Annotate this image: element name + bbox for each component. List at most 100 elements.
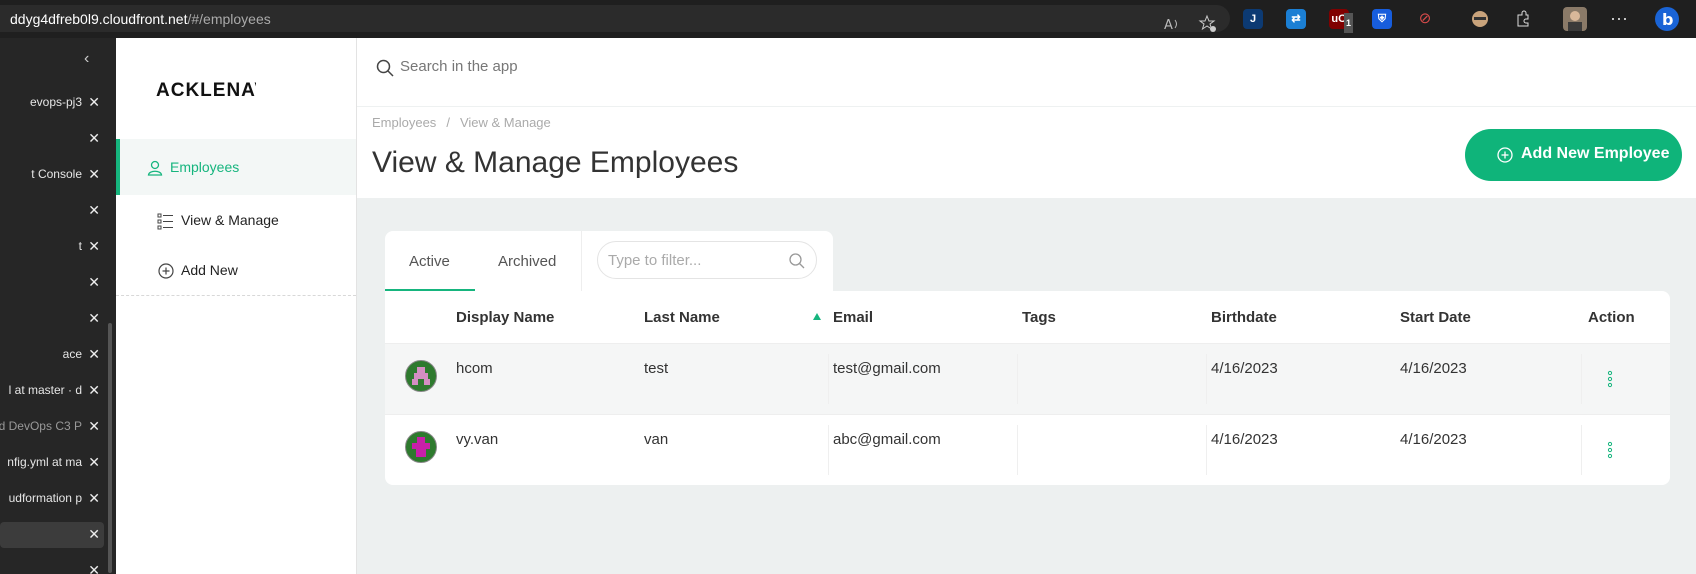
- close-tab-icon[interactable]: ✕: [88, 526, 100, 543]
- address-bar-text[interactable]: ddyg4dfreb0l9.cloudfront.net/#/employees: [10, 11, 271, 27]
- vertical-tab[interactable]: ✕: [0, 558, 104, 574]
- cell-last-name: van: [644, 431, 669, 448]
- row-actions-icon[interactable]: [1607, 441, 1613, 459]
- close-tab-icon[interactable]: ✕: [88, 238, 100, 255]
- close-tab-icon[interactable]: ✕: [88, 346, 100, 363]
- breadcrumb-employees[interactable]: Employees: [372, 115, 436, 130]
- tab-strip-scrollbar[interactable]: [108, 323, 112, 573]
- column-header-tags[interactable]: Tags: [1022, 309, 1056, 326]
- column-divider: [1206, 425, 1207, 475]
- close-tab-icon[interactable]: ✕: [88, 310, 100, 327]
- column-header-display-name[interactable]: Display Name: [456, 309, 554, 326]
- vertical-tab[interactable]: ✕: [0, 270, 104, 296]
- sidebar-item-label: Employees: [170, 159, 240, 175]
- filter-placeholder: Type to filter...: [608, 252, 702, 269]
- breadcrumb-view-manage: View & Manage: [459, 115, 551, 130]
- sort-ascending-icon[interactable]: [812, 312, 822, 322]
- sidebar-item-view-manage[interactable]: View & Manage: [131, 192, 371, 248]
- vertical-tab[interactable]: t Console ✕: [0, 162, 104, 188]
- extension-j-icon[interactable]: J: [1243, 9, 1263, 29]
- column-header-email[interactable]: Email: [833, 309, 873, 326]
- close-tab-icon[interactable]: ✕: [88, 274, 100, 291]
- page-title: View & Manage Employees: [372, 146, 739, 179]
- sidebar-item-label: View & Manage: [181, 212, 279, 228]
- user-icon: [147, 160, 163, 176]
- address-bar[interactable]: ddyg4dfreb0l9.cloudfront.net/#/employees…: [0, 5, 1230, 34]
- extension-translate-icon[interactable]: ⇄: [1286, 9, 1306, 29]
- search-icon[interactable]: [788, 252, 806, 270]
- vertical-tab[interactable]: ✕: [0, 522, 104, 548]
- vertical-tab-label: d DevOps C3 P: [0, 419, 82, 433]
- cell-start-date: 4/16/2023: [1400, 360, 1467, 377]
- close-tab-icon[interactable]: ✕: [88, 454, 100, 471]
- bing-copilot-icon[interactable]: b: [1654, 6, 1680, 32]
- employees-table: Display Name Last Name Email Tags Birthd…: [385, 291, 1670, 485]
- vertical-tab[interactable]: d DevOps C3 P ✕: [0, 414, 104, 440]
- close-tab-icon[interactable]: ✕: [88, 382, 100, 399]
- extensions-icon[interactable]: [1513, 9, 1533, 29]
- extension-ublock-icon[interactable]: uO 1: [1329, 9, 1353, 33]
- vertical-tab[interactable]: nfig.yml at ma ✕: [0, 450, 104, 476]
- svg-text:A: A: [1164, 18, 1173, 33]
- profile-avatar-icon[interactable]: [1563, 7, 1587, 31]
- app-sidebar: ACKLENAV Employees View & Manage Add New: [116, 38, 357, 574]
- sidebar-divider: [116, 295, 356, 296]
- column-divider: [1581, 354, 1582, 404]
- extension-disabled-icon[interactable]: ⊘: [1415, 9, 1435, 29]
- vertical-tab[interactable]: t ✕: [0, 234, 104, 260]
- column-divider: [828, 354, 829, 404]
- cell-birthdate: 4/16/2023: [1211, 431, 1278, 448]
- table-row[interactable]: vy.van van abc@gmail.com 4/16/2023 4/16/…: [385, 414, 1670, 485]
- close-tab-icon[interactable]: ✕: [88, 94, 100, 111]
- column-divider: [1581, 425, 1582, 475]
- close-tab-icon[interactable]: ✕: [88, 418, 100, 435]
- close-tab-icon[interactable]: ✕: [88, 562, 100, 574]
- more-icon[interactable]: ⋯: [1609, 9, 1629, 29]
- close-tab-icon[interactable]: ✕: [88, 166, 100, 183]
- sidebar-item-employees[interactable]: Employees: [116, 139, 356, 195]
- ublock-badge: 1: [1343, 13, 1353, 33]
- vertical-tab-label: nfig.yml at ma: [7, 455, 82, 469]
- collapse-pane-icon[interactable]: ‹: [84, 50, 89, 68]
- plus-circle-icon: [158, 263, 174, 279]
- tab-archived[interactable]: Archived: [498, 253, 556, 270]
- column-header-last-name[interactable]: Last Name: [644, 309, 720, 326]
- favorites-add-icon[interactable]: [1198, 14, 1218, 34]
- breadcrumb-separator: /: [446, 115, 450, 130]
- extension-bitwarden-icon[interactable]: ⛨: [1372, 9, 1392, 29]
- company-logo: ACKLENAV: [156, 80, 256, 101]
- close-tab-icon[interactable]: ✕: [88, 490, 100, 507]
- column-header-birthdate[interactable]: Birthdate: [1211, 309, 1277, 326]
- add-new-employee-button[interactable]: Add New Employee: [1465, 129, 1682, 181]
- plus-circle-icon: [1497, 147, 1513, 163]
- add-new-employee-label: Add New Employee: [1521, 145, 1670, 162]
- app-search-input[interactable]: Search in the app: [400, 58, 518, 75]
- vertical-tab[interactable]: udformation p ✕: [0, 486, 104, 512]
- vertical-tab-label: t Console: [31, 167, 82, 181]
- vertical-tab-label: ace: [62, 347, 82, 361]
- vertical-tab[interactable]: ✕: [0, 306, 104, 332]
- vertical-tab[interactable]: evops-pj3 ✕: [0, 90, 104, 116]
- table-row[interactable]: hcom test test@gmail.com 4/16/2023 4/16/…: [385, 343, 1670, 414]
- row-actions-icon[interactable]: [1607, 370, 1613, 388]
- read-aloud-icon[interactable]: A: [1162, 14, 1182, 34]
- browser-toolbar: ddyg4dfreb0l9.cloudfront.net/#/employees…: [0, 0, 1696, 38]
- close-tab-icon[interactable]: ✕: [88, 130, 100, 147]
- column-header-start-date[interactable]: Start Date: [1400, 309, 1471, 326]
- vertical-tab[interactable]: ✕: [0, 126, 104, 152]
- vertical-tab[interactable]: ace ✕: [0, 342, 104, 368]
- close-tab-icon[interactable]: ✕: [88, 202, 100, 219]
- column-divider: [1206, 354, 1207, 404]
- cell-email: test@gmail.com: [833, 360, 941, 377]
- column-divider: [1017, 354, 1018, 404]
- breadcrumb: Employees / View & Manage: [372, 115, 551, 130]
- tab-active[interactable]: Active: [409, 253, 450, 270]
- search-icon[interactable]: [375, 58, 395, 78]
- sidebar-item-label: Add New: [181, 262, 238, 278]
- filter-input[interactable]: Type to filter...: [597, 241, 817, 279]
- vertical-tab-label: t: [78, 239, 82, 253]
- sidebar-item-add-new[interactable]: Add New: [131, 242, 371, 298]
- vertical-tab[interactable]: l at master · d ✕: [0, 378, 104, 404]
- vertical-tab[interactable]: ✕: [0, 198, 104, 224]
- extension-incognito-icon[interactable]: [1470, 9, 1490, 29]
